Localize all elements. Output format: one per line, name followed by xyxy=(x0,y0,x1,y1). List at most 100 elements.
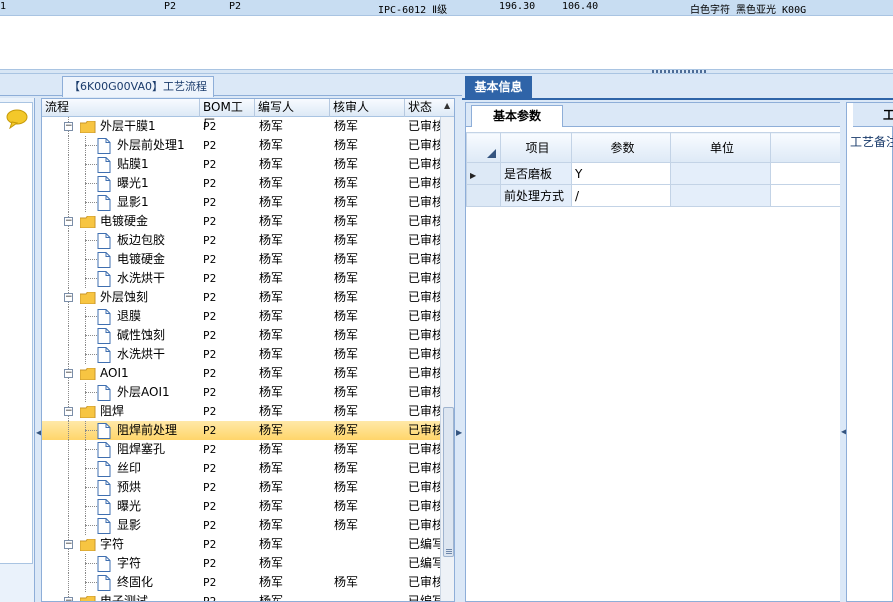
writer-cell: 杨军 xyxy=(259,157,284,171)
bom-cell: P2 xyxy=(203,386,217,399)
tree-row[interactable]: − 电子测试 P2 杨军 已编写 xyxy=(42,592,440,602)
reviewer-cell: 杨军 xyxy=(334,176,359,190)
col-header-bom[interactable]: BOM工厂 xyxy=(200,99,255,131)
tree-row[interactable]: 丝印 P2 杨军 杨军 已审核 xyxy=(42,459,440,478)
comment-bubble-icon[interactable] xyxy=(6,109,28,129)
bom-cell: P2 xyxy=(203,595,217,602)
reviewer-cell: 杨军 xyxy=(334,385,359,399)
tree-row[interactable]: 显影1 P2 杨军 杨军 已审核 xyxy=(42,193,440,212)
tree-row[interactable]: 水洗烘干 P2 杨军 杨军 已审核 xyxy=(42,269,440,288)
tab-process-flow[interactable]: 【6K00G00VA0】工艺流程 xyxy=(62,76,214,97)
collapse-node-icon[interactable]: − xyxy=(64,597,73,601)
tree-row[interactable]: 阻焊塞孔 P2 杨军 杨军 已审核 xyxy=(42,440,440,459)
tree-row[interactable]: 外层前处理1 P2 杨军 杨军 已审核 xyxy=(42,136,440,155)
top-cell-value2: 106.40 xyxy=(562,1,599,12)
tree-node-label: 字符 xyxy=(117,556,142,570)
tab-basic-params[interactable]: 基本参数 xyxy=(471,105,563,127)
col-header-unit[interactable]: 单位 xyxy=(670,132,771,163)
tree-node-label: 电镀硬金 xyxy=(117,252,166,266)
tree-branch-line xyxy=(85,240,97,241)
writer-cell: 杨军 xyxy=(259,518,284,532)
tree-row[interactable]: − AOI1 P2 杨军 杨军 已审核 xyxy=(42,364,440,383)
scroll-up-icon[interactable]: ▲ xyxy=(444,101,450,110)
tree-row[interactable]: 水洗烘干 P2 杨军 杨军 已审核 xyxy=(42,345,440,364)
tree-row[interactable]: 显影 P2 杨军 杨军 已审核 xyxy=(42,516,440,535)
param-value[interactable]: Y xyxy=(571,162,671,185)
table-row[interactable]: ▶ 是否磨板 Y xyxy=(466,162,841,185)
process-tree[interactable]: 流程 BOM工厂 编写人 核审人 状态 −外层干膜1P2杨军杨军已审核外层前处理… xyxy=(41,98,455,602)
tree-row[interactable]: 预烘 P2 杨军 杨军 已审核 xyxy=(42,478,440,497)
tree-branch-line xyxy=(85,164,97,165)
tree-row[interactable]: 曝光 P2 杨军 杨军 已审核 xyxy=(42,497,440,516)
tree-row[interactable]: 退膜 P2 杨军 杨军 已审核 xyxy=(42,307,440,326)
writer-cell: 杨军 xyxy=(259,480,284,494)
tree-node-label: 电镀硬金 xyxy=(100,214,149,228)
bom-cell: P2 xyxy=(203,481,217,494)
tree-row[interactable]: 曝光1 P2 杨军 杨军 已审核 xyxy=(42,174,440,193)
tree-row[interactable]: − 阻焊 P2 杨军 杨军 已审核 xyxy=(42,402,440,421)
tree-row[interactable]: − 外层干膜1 P2 杨军 杨军 已审核 xyxy=(42,117,440,136)
tree-row[interactable]: − 字符 P2 杨军 已编写 xyxy=(42,535,440,554)
col-header-item[interactable]: 项目 xyxy=(500,132,572,163)
bom-cell: P2 xyxy=(203,557,217,570)
tree-node-label: 丝印 xyxy=(117,461,142,475)
col-header-writer[interactable]: 编写人 xyxy=(255,99,330,117)
tree-row[interactable]: 碱性蚀刻 P2 杨军 杨军 已审核 xyxy=(42,326,440,345)
tree-row[interactable]: 终固化 P2 杨军 杨军 已审核 xyxy=(42,573,440,592)
tree-guide-line xyxy=(68,383,69,402)
tree-branch-line xyxy=(85,259,97,260)
collapse-node-icon[interactable]: − xyxy=(64,369,73,378)
tree-row[interactable]: 外层AOI1 P2 杨军 杨军 已审核 xyxy=(42,383,440,402)
bom-cell: P2 xyxy=(203,234,217,247)
tree-node-label: 外层AOI1 xyxy=(117,385,170,399)
tree-row[interactable]: 字符 P2 杨军 已编写 xyxy=(42,554,440,573)
writer-cell: 杨军 xyxy=(259,252,284,266)
tree-row[interactable]: 板边包胶 P2 杨军 杨军 已审核 xyxy=(42,231,440,250)
bom-cell: P2 xyxy=(203,253,217,266)
basic-params-container: 基本参数 项目 参数 单位 ▶ 是否磨板 Y 前处理方式 / xyxy=(465,102,843,602)
top-grid-row[interactable]: 1 P2 P2 IPC-6012 Ⅱ级 196.30 106.40 白色字符 黑… xyxy=(0,0,893,16)
collapse-node-icon[interactable]: − xyxy=(64,217,73,226)
tree-guide-line xyxy=(68,345,69,364)
writer-cell: 杨军 xyxy=(259,176,284,190)
splitter-grip-icon[interactable] xyxy=(652,70,708,73)
row-indicator-icon: ▶ xyxy=(466,162,501,185)
collapse-node-icon[interactable]: − xyxy=(64,407,73,416)
param-value[interactable]: / xyxy=(571,184,671,207)
collapse-node-icon[interactable]: − xyxy=(64,293,73,302)
top-cell-bom: P2 xyxy=(164,1,177,12)
tree-guide-line xyxy=(68,250,69,269)
col-header-param[interactable]: 参数 xyxy=(571,132,671,163)
tree-row[interactable]: − 外层蚀刻 P2 杨军 杨军 已审核 xyxy=(42,288,440,307)
tree-node-label: 阻焊 xyxy=(100,404,125,418)
bom-cell: P2 xyxy=(203,120,217,133)
tree-guide-line xyxy=(68,326,69,345)
reviewer-cell: 杨军 xyxy=(334,290,359,304)
writer-cell: 杨军 xyxy=(259,556,284,570)
tree-row[interactable]: 贴膜1 P2 杨军 杨军 已审核 xyxy=(42,155,440,174)
tree-row[interactable]: 阻焊前处理 P2 杨军 杨军 已审核 xyxy=(42,421,440,440)
col-header-flow[interactable]: 流程 xyxy=(42,99,200,117)
collapse-node-icon[interactable]: − xyxy=(64,540,73,549)
scroll-thumb[interactable] xyxy=(443,407,454,557)
document-icon xyxy=(97,347,111,363)
tree-row[interactable]: − 电镀硬金 P2 杨军 杨军 已审核 xyxy=(42,212,440,231)
tab-basic-info[interactable]: 基本信息 xyxy=(465,76,532,98)
collapse-node-icon[interactable]: − xyxy=(64,122,73,131)
writer-cell: 杨军 xyxy=(259,328,284,342)
tab-far[interactable]: 工 xyxy=(853,103,893,127)
tree-scrollbar[interactable]: ▲ xyxy=(440,101,454,601)
reviewer-cell: 杨军 xyxy=(334,442,359,456)
table-row[interactable]: 前处理方式 / xyxy=(466,184,841,207)
top-cell-0: 1 xyxy=(0,1,7,12)
params-grid[interactable]: 项目 参数 单位 ▶ 是否磨板 Y 前处理方式 / xyxy=(466,132,842,207)
reviewer-cell: 杨军 xyxy=(334,214,359,228)
param-unit[interactable] xyxy=(670,184,771,207)
tree-branch-line xyxy=(85,335,97,336)
param-unit[interactable] xyxy=(670,162,771,185)
col-header-reviewer[interactable]: 核审人 xyxy=(330,99,405,117)
status-cell: 已审核 xyxy=(408,328,440,342)
document-icon xyxy=(97,385,111,401)
tree-guide-line xyxy=(68,307,69,326)
tree-row[interactable]: 电镀硬金 P2 杨军 杨军 已审核 xyxy=(42,250,440,269)
